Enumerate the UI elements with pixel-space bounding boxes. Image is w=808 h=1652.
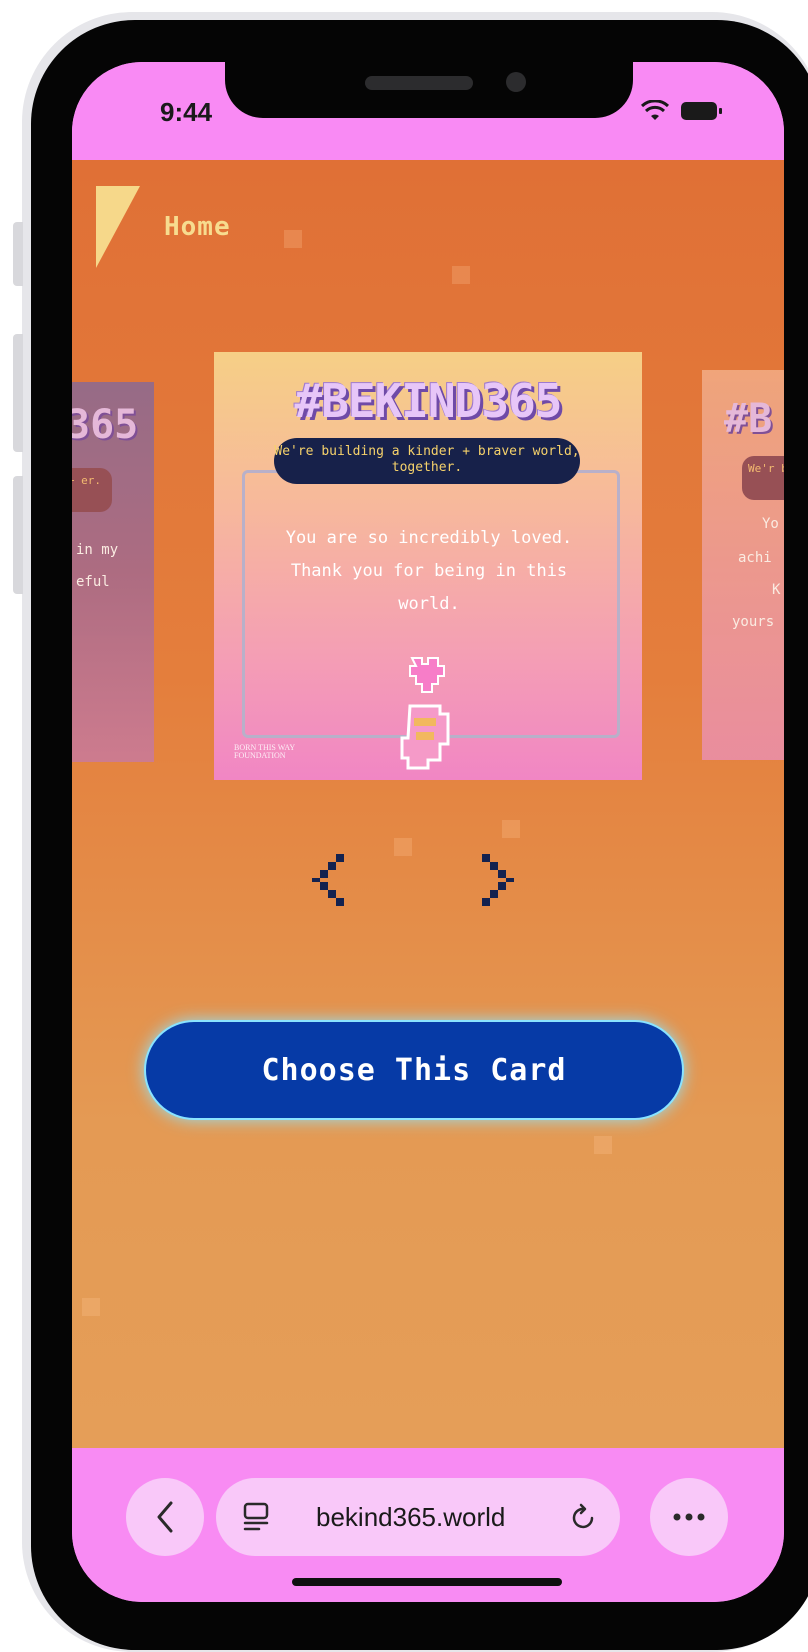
previous-card[interactable]: 365 er + er. in my eful [72,382,154,762]
card-message: You are so incredibly loved. Thank you f… [285,528,573,614]
side-card-pill: We'r bra [742,456,784,500]
phone-screen: 9:44 Home 365 er. in my eful #B We'r Yo … [72,62,784,1602]
background-sparkle [82,1298,100,1316]
side-card-text: in my [76,542,119,558]
notch [225,62,633,118]
wifi-icon [640,100,670,120]
card-hashtag: #BEKIND365 [294,374,563,428]
background-sparkle [284,230,302,248]
card-foundation-logo: BORN THIS WAY FOUNDATION [234,744,295,760]
side-card-hashtag: #B [724,396,773,442]
more-icon [673,1513,705,1521]
kindness-card[interactable]: #BEKIND365 We're building a kinder + bra… [214,352,642,780]
back-button[interactable] [126,1478,204,1556]
more-options-button[interactable] [650,1478,728,1556]
background-sparkle [452,266,470,284]
side-card-pill: er + er. [72,468,112,512]
home-indicator [292,1578,562,1586]
card-tagline: We're building a kinder + braver world, … [274,438,580,484]
volume-up-button [13,334,23,452]
previous-arrow-icon[interactable] [306,850,350,910]
status-icons [640,100,724,122]
home-link[interactable]: Home [164,212,231,242]
side-card-hashtag: 365 [72,402,139,448]
next-card[interactable]: #B We'r bra Yo achi K yours [702,370,784,760]
logo-flag-icon[interactable] [96,186,144,272]
background-sparkle [594,1136,612,1154]
background-sparkle [394,838,412,856]
side-card-text: eful [76,574,110,590]
page-tabs-icon [243,1502,269,1531]
url-text: bekind365.world [316,1502,506,1532]
mute-switch [13,222,23,286]
side-card-text: yours [732,614,775,630]
logo-line-2: FOUNDATION [234,751,286,760]
reload-icon[interactable] [570,1502,598,1532]
web-content: Home 365 er + er. in my eful #B We'r bra… [72,160,784,1448]
front-camera [506,72,526,92]
choose-card-button[interactable]: Choose This Card [144,1020,684,1120]
side-card-text: K [772,582,781,598]
status-bar: 9:44 [72,62,784,162]
volume-down-button [13,476,23,594]
side-card-text: achi [738,550,772,566]
heart-hand-icon [400,657,450,770]
side-card-text: Yo [762,516,779,532]
chevron-left-icon [157,1501,173,1533]
battery-icon [681,102,722,120]
background-sparkle [502,820,520,838]
next-arrow-icon[interactable] [476,850,520,910]
address-bar[interactable]: bekind365.world [216,1478,620,1556]
speaker-grille [365,76,473,90]
status-time: 9:44 [160,97,213,127]
